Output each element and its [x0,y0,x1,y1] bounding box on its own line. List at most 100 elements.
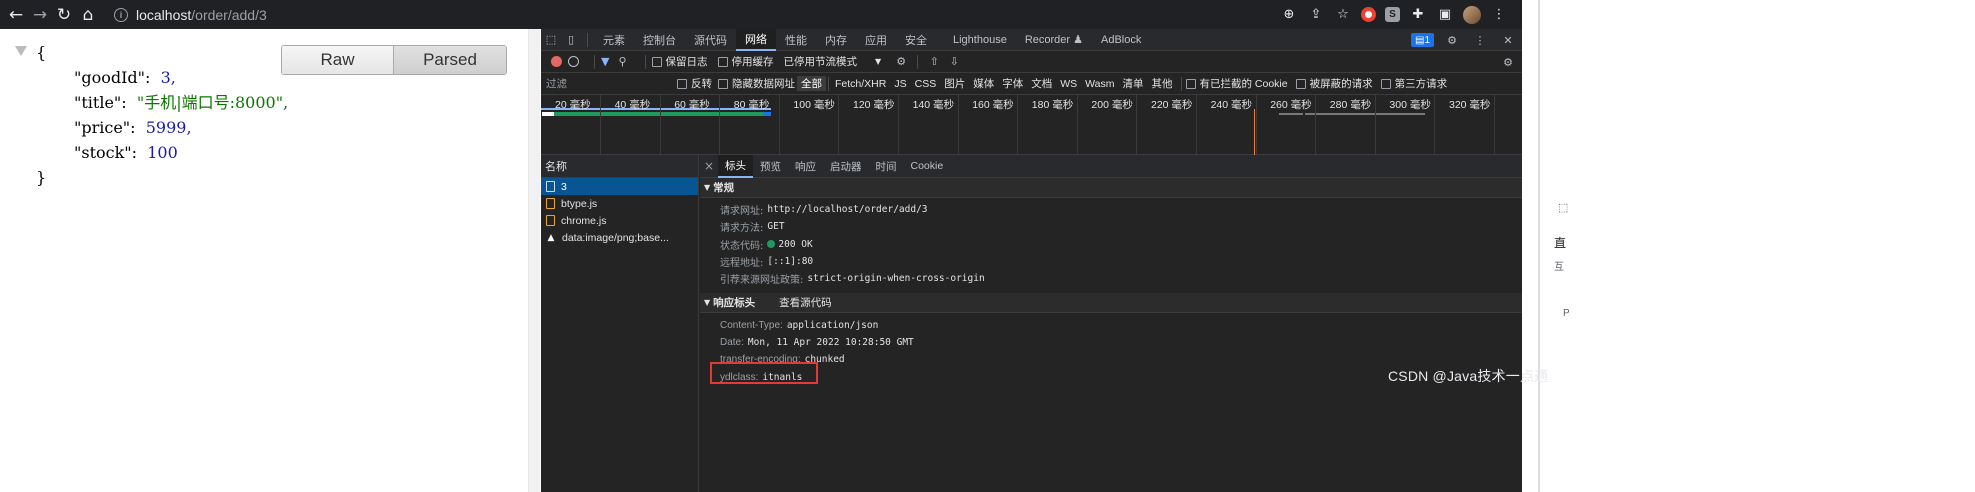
tab-security[interactable]: 安全 [896,29,936,51]
throttle-select[interactable]: 已停用节流模式 ▼ [784,54,882,69]
settings-gear-icon[interactable]: ⚙ [1442,29,1462,51]
invert-checkbox[interactable]: 反转 [677,76,712,91]
timeline-gridline [1315,95,1317,155]
timeline-tick-label: 320 毫秒 [1449,99,1491,111]
filter-type-js[interactable]: JS [890,78,910,90]
tab-memory[interactable]: 内存 [816,29,856,51]
detail-tab-response[interactable]: 响应 [788,155,823,178]
extension-s-icon[interactable]: S [1385,7,1400,22]
tab-performance[interactable]: 性能 [776,29,816,51]
detail-tab-timing[interactable]: 时间 [869,155,904,178]
tab-elements[interactable]: 元素 [594,29,634,51]
close-detail-icon[interactable]: × [700,159,718,173]
filter-input[interactable]: 过滤 [541,76,677,91]
detail-tab-preview[interactable]: 预览 [753,155,788,178]
site-info-icon[interactable]: i [114,7,128,22]
page-scrollbar[interactable] [528,29,540,492]
general-section-header[interactable]: ▼ 常规 [700,178,1522,198]
detail-tab-cookies[interactable]: Cookie [904,155,951,178]
share-icon[interactable]: ⇪ [1307,6,1325,24]
request-row-chrome[interactable]: chrome.js [541,212,698,229]
timeline-overview[interactable]: 20 毫秒 40 毫秒 60 毫秒 80 毫秒 100 毫秒 120 毫秒 140 毫秒 16… [541,95,1555,155]
side-panel-icon[interactable]: ▣ [1436,6,1454,24]
json-open-brace: { [36,43,47,62]
preserve-log-checkbox[interactable]: 保留日志 [651,54,708,69]
disable-cache-checkbox[interactable]: 停用缓存 [717,54,774,69]
filter-type-doc[interactable]: 文档 [1027,76,1056,91]
header-key: 请求方法: [720,223,764,235]
close-devtools-icon[interactable]: ✕ [1498,29,1518,51]
response-headers-section-header[interactable]: ▼ 响应标头 查看源代码 [700,293,1522,314]
tab-lighthouse[interactable]: Lighthouse [944,29,1016,51]
request-row-3[interactable]: 3 [541,178,698,195]
zoom-icon[interactable]: ⊕ [1280,6,1298,24]
tab-recorder[interactable]: Recorder ♟ [1016,29,1092,51]
filter-type-ws[interactable]: WS [1056,78,1081,90]
tab-application[interactable]: 应用 [856,29,896,51]
tab-console[interactable]: 控制台 [634,29,685,51]
header-key: Content-Type: [720,319,783,331]
filter-type-font[interactable]: 字体 [998,76,1027,91]
timeline-tick-label: 240 毫秒 [1210,99,1253,111]
filter-type-wasm[interactable]: Wasm [1081,78,1118,90]
filter-type-fetch-xhr[interactable]: Fetch/XHR [831,78,890,90]
json-viewer: { "goodId": 3, "title": "手机|端口号:8000", "… [16,40,288,190]
json-value: 100 [147,143,178,162]
extensions-puzzle-icon[interactable]: ✚ [1409,6,1427,24]
inspect-element-icon[interactable]: ⬚ [541,29,561,51]
header-key: 状态代码: [720,240,764,252]
filter-type-manifest[interactable]: 清单 [1119,76,1148,91]
bookmark-star-icon[interactable]: ☆ [1334,6,1352,24]
reload-icon[interactable]: ↻ [52,3,76,27]
back-arrow-icon[interactable]: ← [4,3,28,27]
forward-arrow-icon[interactable]: → [28,3,52,27]
issues-badge[interactable]: ▤ 1 [1410,33,1434,47]
header-value: 200 OK [778,238,813,250]
tab-adblock[interactable]: AdBlock [1092,29,1150,51]
network-settings-gear-icon[interactable]: ⚙ [1498,51,1518,73]
names-column-header[interactable]: 名称 [541,155,698,178]
filter-type-css[interactable]: CSS [911,78,941,90]
clear-icon[interactable] [568,56,579,67]
blocked-requests-checkbox[interactable]: 被屏蔽的请求 [1295,76,1373,91]
chevron-down-icon: ▼ [875,57,882,66]
detail-tab-headers[interactable]: 标头 [718,154,753,178]
address-bar[interactable]: i localhost/order/add/3 [114,7,267,23]
filter-type-media[interactable]: 媒体 [969,76,998,91]
timeline-tick-label: 100 毫秒 [793,99,835,111]
devtools-menu-icon[interactable]: ⋮ [1470,29,1490,51]
expand-triangle-icon: ▼ [704,298,711,308]
request-name: data:image/png;base... [562,231,669,244]
import-har-icon[interactable]: ⇧ [924,51,944,73]
json-entry: "goodId": 3, [74,65,288,90]
home-icon[interactable]: ⌂ [76,3,100,27]
filter-type-img[interactable]: 图片 [940,76,969,91]
highlight-annotation-box [710,362,818,384]
timeline-tick-label: 300 毫秒 [1389,99,1431,111]
blocked-cookies-checkbox[interactable]: 有已拦截的 Cookie [1185,76,1288,91]
search-icon[interactable]: ⚲ [618,55,626,68]
view-source-link[interactable]: 查看源代码 [779,295,832,310]
throttle-label: 已停用节流模式 [783,56,858,68]
side-text-1: 直 [1554,236,1567,250]
filter-type-all[interactable]: 全部 [797,76,826,91]
detail-tab-initiator[interactable]: 启动器 [823,155,869,178]
export-har-icon[interactable]: ⇩ [944,51,964,73]
request-row-btype[interactable]: btype.js [541,195,698,212]
menu-kebab-icon[interactable]: ⋮ [1490,6,1508,24]
device-toggle-icon[interactable]: ▯ [561,29,581,51]
tab-sources[interactable]: 源代码 [685,29,736,51]
hide-data-urls-checkbox[interactable]: 隐藏数据网址 [718,76,795,91]
third-party-checkbox[interactable]: 第三方请求 [1380,76,1447,91]
tab-network[interactable]: 网络 [736,28,776,51]
filter-type-other[interactable]: 其他 [1148,76,1177,91]
record-icon[interactable] [551,56,562,67]
request-row-image[interactable]: ▲ data:image/png;base... [541,229,698,246]
network-conditions-icon[interactable]: ⚙ [891,51,911,73]
raw-button[interactable]: Raw [282,46,394,74]
profile-avatar[interactable] [1463,5,1481,24]
timeline-gridline [898,95,899,155]
extension-record-icon[interactable] [1361,7,1376,22]
parsed-button[interactable]: Parsed [394,46,506,74]
filter-funnel-icon[interactable]: ▼ [601,55,609,68]
